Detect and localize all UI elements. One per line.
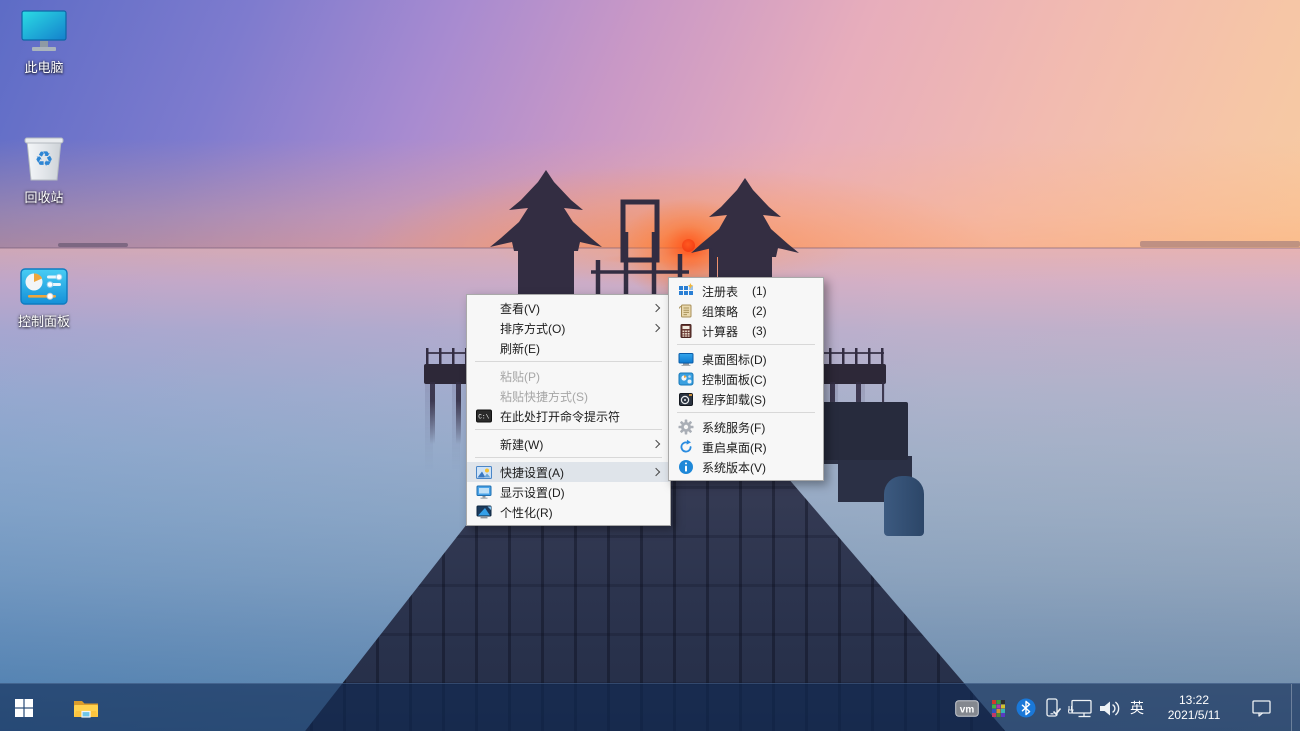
start-button[interactable] — [0, 684, 48, 731]
desktop-icon-recycle-bin[interactable]: ♻ 回收站 — [2, 132, 86, 206]
network-tray-icon[interactable] — [1066, 684, 1093, 731]
wallpaper-sky — [0, 0, 1300, 252]
menu-separator — [677, 344, 815, 345]
submenu-arrow-icon — [652, 304, 660, 312]
windows-logo-icon — [15, 699, 33, 717]
color-grid-tray-icon[interactable] — [988, 684, 1008, 731]
submenu-item-system-services[interactable]: 系统服务(F) — [669, 417, 823, 437]
folder-icon — [73, 698, 99, 719]
wallpaper-island — [1140, 241, 1300, 247]
language-indicator[interactable]: 英 — [1124, 684, 1150, 731]
bluetooth-tray-icon[interactable] — [1013, 684, 1039, 731]
this-pc-icon — [2, 10, 86, 54]
uninstall-icon — [678, 391, 694, 407]
submenu-item-uninstall[interactable]: 程序卸载(S) — [669, 389, 823, 409]
menu-item-open-cmd-here[interactable]: C:\ 在此处打开命令提示符 — [467, 406, 670, 426]
svg-text:C:\: C:\ — [478, 414, 489, 421]
submenu-arrow-icon — [652, 468, 660, 476]
submenu-item-control-panel[interactable]: 控制面板(C) — [669, 369, 823, 389]
submenu-item-registry[interactable]: 注册表 (1) — [669, 281, 823, 301]
wallpaper-pile-cap — [822, 402, 908, 460]
menu-separator — [475, 361, 662, 362]
color-grid-icon — [992, 700, 1005, 717]
quick-settings-icon — [476, 464, 492, 480]
phone-tray-icon[interactable] — [1043, 684, 1063, 731]
submenu-item-calculator[interactable]: 计算器 (3) — [669, 321, 823, 341]
show-desktop-button[interactable] — [1291, 684, 1300, 731]
menu-separator — [677, 412, 815, 413]
submenu-item-restart-desktop[interactable]: 重启桌面(R) — [669, 437, 823, 457]
submenu-arrow-icon — [652, 440, 660, 448]
restart-icon — [678, 439, 694, 455]
volume-tray-icon[interactable] — [1096, 684, 1123, 731]
quick-settings-submenu: 注册表 (1) 组策略 (2) 计算器 (3) 桌面图标(D) — [668, 277, 824, 481]
menu-item-personalize[interactable]: 个性化(R) — [467, 502, 670, 522]
group-policy-icon — [678, 303, 694, 319]
desktop-context-menu: 查看(V) 排序方式(O) 刷新(E) 粘贴(P) 粘贴快捷方式(S) C:\ … — [466, 294, 671, 526]
menu-separator — [475, 457, 662, 458]
vmware-tray-icon[interactable]: vm — [953, 684, 981, 731]
recycle-bin-icon: ♻ — [2, 132, 86, 184]
cmd-prompt-icon: C:\ — [476, 408, 492, 424]
menu-item-refresh[interactable]: 刷新(E) — [467, 338, 670, 358]
calculator-icon — [678, 323, 694, 339]
submenu-arrow-icon — [652, 324, 660, 332]
desktop-icon-control-panel[interactable]: 控制面板 — [2, 266, 86, 330]
tray-clock[interactable]: 13:22 2021/5/11 — [1152, 684, 1236, 731]
submenu-item-group-policy[interactable]: 组策略 (2) — [669, 301, 823, 321]
desktop-icon-this-pc[interactable]: 此电脑 — [2, 10, 86, 76]
desktop-icons-icon — [678, 351, 694, 367]
wallpaper-bollard — [884, 476, 924, 536]
system-info-icon — [678, 459, 694, 475]
menu-item-paste-shortcut: 粘贴快捷方式(S) — [467, 386, 670, 406]
control-panel-icon — [2, 266, 86, 308]
display-settings-icon — [476, 484, 492, 500]
desktop-icon-label: 控制面板 — [2, 311, 86, 330]
menu-separator — [475, 429, 662, 430]
wallpaper-horizon — [0, 247, 1300, 249]
registry-icon — [678, 283, 694, 299]
file-explorer-button[interactable] — [62, 684, 110, 731]
services-gear-icon — [678, 419, 694, 435]
monitor-plug-icon — [1068, 699, 1092, 718]
submenu-item-system-version[interactable]: 系统版本(V) — [669, 457, 823, 477]
vm-badge-icon: vm — [955, 700, 979, 717]
menu-item-paste: 粘贴(P) — [467, 366, 670, 386]
menu-item-view[interactable]: 查看(V) — [467, 298, 670, 318]
clock-time: 13:22 — [1179, 693, 1209, 708]
desktop[interactable]: 此电脑 ♻ 回收站 — [0, 0, 1300, 731]
action-center-button[interactable] — [1243, 684, 1279, 731]
personalization-icon — [476, 504, 492, 520]
bluetooth-icon — [1016, 698, 1036, 718]
desktop-icon-label: 回收站 — [2, 187, 86, 206]
phone-check-icon — [1045, 698, 1061, 718]
menu-item-quick-settings[interactable]: 快捷设置(A) — [467, 462, 670, 482]
svg-text:vm: vm — [960, 704, 975, 715]
menu-item-display-settings[interactable]: 显示设置(D) — [467, 482, 670, 502]
menu-item-new[interactable]: 新建(W) — [467, 434, 670, 454]
submenu-item-desktop-icons[interactable]: 桌面图标(D) — [669, 349, 823, 369]
menu-item-sort-by[interactable]: 排序方式(O) — [467, 318, 670, 338]
svg-text:♻: ♻ — [35, 148, 54, 171]
control-panel-icon — [678, 371, 694, 387]
desktop-icon-label: 此电脑 — [2, 57, 86, 76]
taskbar: vm 英 13:22 2021/5/11 — [0, 683, 1300, 731]
notification-icon — [1252, 700, 1271, 717]
speaker-icon — [1098, 699, 1121, 718]
clock-date: 2021/5/11 — [1168, 708, 1221, 723]
wallpaper-island — [58, 243, 128, 247]
wallpaper-sun — [682, 239, 695, 252]
